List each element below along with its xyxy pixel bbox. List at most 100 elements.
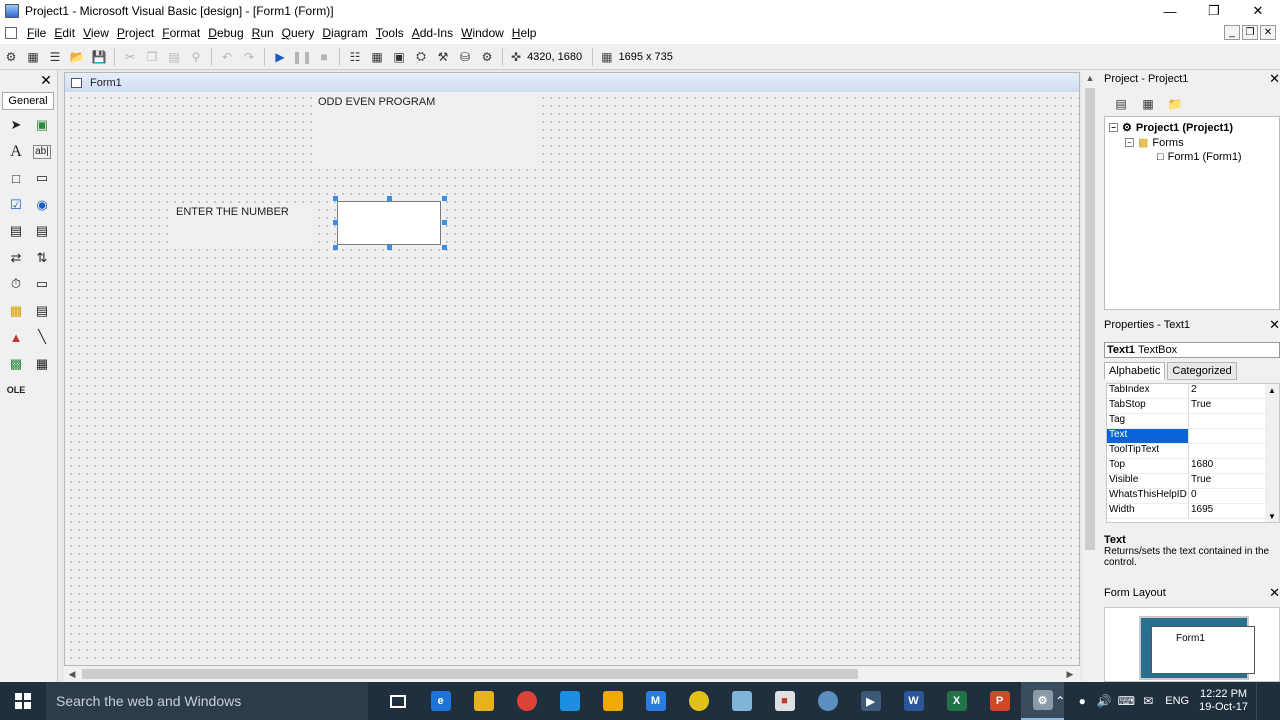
powerpoint-icon[interactable]: P [978, 682, 1021, 720]
image-tool-icon[interactable]: ▩ [3, 351, 29, 378]
property-row[interactable]: WhatsThisHelpID 0 [1107, 489, 1267, 504]
dirlistbox-tool-icon[interactable]: ▩ [3, 298, 29, 325]
property-row[interactable]: TabStop True [1107, 399, 1267, 414]
app-yellow-icon[interactable] [591, 682, 634, 720]
taskbar-search[interactable]: Search the web and Windows [46, 682, 368, 720]
tree-item-form1[interactable]: □ Form1 (Form1) [1157, 151, 1242, 163]
find-icon[interactable]: ⚲ [186, 47, 206, 67]
end-icon[interactable]: ■ [314, 47, 334, 67]
property-row[interactable]: TabIndex 2 [1107, 384, 1267, 399]
timer-tool-icon[interactable]: ⏱ [3, 271, 29, 298]
copy-icon[interactable]: ❐ [142, 47, 162, 67]
toggle-folders-icon[interactable]: 📁 [1165, 94, 1185, 114]
resize-handle[interactable] [333, 220, 338, 225]
frame-tool-icon[interactable]: □ [3, 165, 29, 192]
scroll-down-icon[interactable]: ▼ [1265, 510, 1279, 522]
vertical-scroll-thumb[interactable] [1085, 88, 1095, 550]
app-globe-icon[interactable] [806, 682, 849, 720]
language-indicator[interactable]: ENG [1165, 695, 1189, 707]
view-code-icon[interactable]: ▤ [1111, 94, 1131, 114]
menu-help[interactable]: Help [508, 26, 541, 40]
menu-query[interactable]: Query [278, 26, 319, 40]
project-explorer-close-icon[interactable]: ✕ [1269, 71, 1280, 87]
add-project-icon[interactable]: ⚙ [1, 47, 21, 67]
picturebox-tool-icon[interactable]: ▣ [29, 112, 55, 139]
file-explorer-icon[interactable] [462, 682, 505, 720]
tab-alphabetic[interactable]: Alphabetic [1104, 362, 1166, 380]
hscrollbar-tool-icon[interactable]: ⇄ [3, 245, 29, 272]
collapse-icon[interactable]: − [1109, 123, 1118, 132]
menu-file[interactable]: File [23, 26, 50, 40]
drivelistbox-tool-icon[interactable]: ▭ [29, 271, 55, 298]
object-browser-icon[interactable]: ⛭ [411, 47, 431, 67]
edge-icon[interactable]: e [419, 682, 462, 720]
resize-handle[interactable] [442, 245, 447, 250]
tree-item-forms[interactable]: − ▩ Forms [1125, 136, 1184, 149]
app-bulb-icon[interactable] [677, 682, 720, 720]
open-project-icon[interactable]: 📂 [67, 47, 87, 67]
app-note-icon[interactable] [720, 682, 763, 720]
undo-icon[interactable]: ↶ [217, 47, 237, 67]
optionbutton-tool-icon[interactable]: ◉ [29, 192, 55, 219]
menu-edit[interactable]: Edit [50, 26, 79, 40]
menu-project[interactable]: Project [113, 26, 158, 40]
properties-close-icon[interactable]: ✕ [1269, 317, 1280, 333]
scroll-up-icon[interactable]: ▲ [1265, 384, 1279, 396]
view-object-icon[interactable]: ▦ [1138, 94, 1158, 114]
label-heading[interactable]: ODD EVEN PROGRAM [315, 94, 537, 168]
pointer-tool-icon[interactable]: ➤ [3, 112, 29, 139]
app-docs-icon[interactable]: ■ [763, 682, 806, 720]
line-tool-icon[interactable]: ╲ [29, 324, 55, 351]
vscrollbar-tool-icon[interactable]: ⇅ [29, 245, 55, 272]
resize-handle[interactable] [442, 196, 447, 201]
menu-add-ins[interactable]: Add-Ins [408, 26, 457, 40]
menu-tools[interactable]: Tools [372, 26, 408, 40]
menu-view[interactable]: View [79, 26, 113, 40]
show-desktop-button[interactable] [1256, 682, 1280, 720]
chrome-icon[interactable] [505, 682, 548, 720]
menu-format[interactable]: Format [158, 26, 204, 40]
break-icon[interactable]: ❚❚ [292, 47, 312, 67]
scroll-up-icon[interactable]: ▲ [1082, 70, 1098, 86]
paste-icon[interactable]: ▤ [164, 47, 184, 67]
form-surface[interactable]: ODD EVEN PROGRAM ENTER THE NUMBER [65, 92, 1079, 665]
volume-icon[interactable]: 🔊 [1093, 694, 1115, 708]
menu-run[interactable]: Run [248, 26, 278, 40]
menu-editor-icon[interactable]: ☰ [45, 47, 65, 67]
add-form-icon[interactable]: ▦ [23, 47, 43, 67]
property-row[interactable]: ToolTipText [1107, 444, 1267, 459]
scroll-right-icon[interactable]: ▶ [1062, 666, 1078, 682]
task-view-icon[interactable] [376, 682, 419, 720]
form-system-menu-icon[interactable] [5, 27, 17, 39]
mdi-minimize-icon[interactable]: _ [1224, 25, 1240, 40]
data-view-icon[interactable]: ⛁ [455, 47, 475, 67]
menu-diagram[interactable]: Diagram [318, 26, 371, 40]
minimize-icon[interactable]: — [1148, 0, 1192, 22]
network-icon[interactable]: ● [1071, 694, 1093, 708]
cut-icon[interactable]: ✂ [120, 47, 140, 67]
object-select[interactable]: Text1 TextBox [1104, 342, 1280, 358]
app-blue-icon[interactable] [548, 682, 591, 720]
redo-icon[interactable]: ↷ [239, 47, 259, 67]
keyboard-icon[interactable]: ⌨ [1115, 694, 1137, 708]
property-row-selected[interactable]: Text [1107, 429, 1267, 444]
text1-textbox[interactable] [337, 201, 441, 245]
tab-categorized[interactable]: Categorized [1167, 362, 1237, 380]
component-manager-icon[interactable]: ⚙ [477, 47, 497, 67]
form-layout-close-icon[interactable]: ✕ [1269, 585, 1280, 601]
form-layout-icon[interactable]: ▣ [389, 47, 409, 67]
mdi-restore-icon[interactable]: ❐ [1242, 25, 1258, 40]
visual-studio-icon[interactable]: M [634, 682, 677, 720]
label-tool-icon[interactable]: A [3, 139, 29, 166]
properties-window-icon[interactable]: ▦ [367, 47, 387, 67]
form-layout-form1[interactable]: Form1 [1151, 626, 1255, 674]
resize-handle[interactable] [442, 220, 447, 225]
property-row[interactable]: Visible True [1107, 474, 1267, 489]
mdi-close-icon[interactable]: ✕ [1260, 25, 1276, 40]
ole-tool-icon[interactable]: OLE [3, 377, 29, 404]
commandbutton-tool-icon[interactable]: ▭ [29, 165, 55, 192]
properties-scrollbar[interactable]: ▲ ▼ [1265, 384, 1279, 522]
property-row[interactable]: Top 1680 [1107, 459, 1267, 474]
scroll-left-icon[interactable]: ◀ [64, 666, 80, 682]
property-row[interactable]: Width 1695 [1107, 504, 1267, 519]
